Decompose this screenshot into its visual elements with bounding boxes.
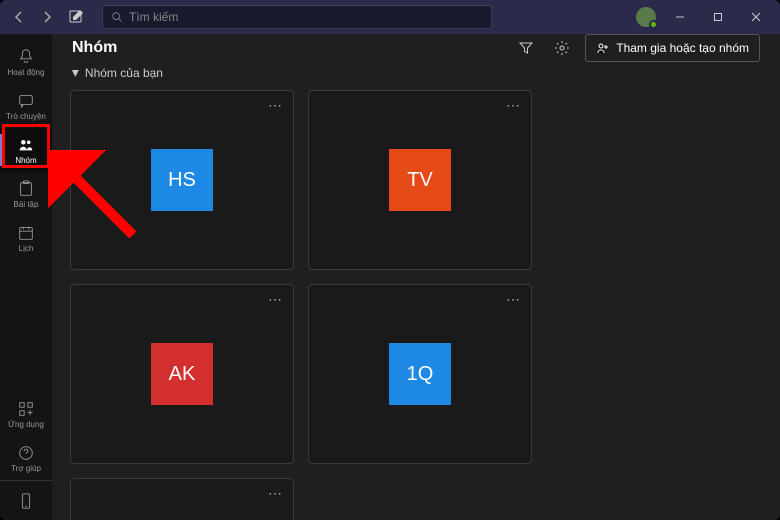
rail-label: Trò chuyện xyxy=(6,112,46,121)
teams-grid: ⋯ HS ⋯ TV ⋯ AK ⋯ 1Q ⋯Test xyxy=(52,90,780,520)
rail-assignments[interactable]: Bài tập xyxy=(0,172,52,216)
card-more-button[interactable]: ⋯ xyxy=(506,97,521,114)
maximize-button[interactable] xyxy=(702,5,734,29)
page-header: Nhóm Tham gia hoặc tạo nhóm xyxy=(52,34,780,62)
close-button[interactable] xyxy=(740,5,772,29)
join-create-team-button[interactable]: Tham gia hoặc tạo nhóm xyxy=(585,34,760,62)
team-tile: HS xyxy=(151,149,213,211)
team-card[interactable]: ⋯Test xyxy=(70,478,294,520)
apps-icon xyxy=(17,400,35,418)
user-avatar[interactable] xyxy=(634,5,658,29)
team-card[interactable]: ⋯ TV xyxy=(308,90,532,270)
help-icon xyxy=(17,444,35,462)
card-more-button[interactable]: ⋯ xyxy=(506,291,521,308)
search-input[interactable]: Tìm kiếm xyxy=(102,5,492,29)
filter-button[interactable] xyxy=(513,35,539,61)
team-tile: TV xyxy=(389,149,451,211)
team-card[interactable]: ⋯ HS xyxy=(70,90,294,270)
mobile-icon xyxy=(17,492,35,510)
search-icon xyxy=(111,11,123,23)
card-more-button[interactable]: ⋯ xyxy=(268,291,283,308)
presence-indicator xyxy=(649,20,658,29)
teams-icon xyxy=(17,136,35,154)
rail-mobile[interactable] xyxy=(0,480,52,520)
section-label: Nhóm của bạn xyxy=(85,66,163,80)
minimize-button[interactable] xyxy=(664,5,696,29)
rail-teams[interactable]: Nhóm xyxy=(0,128,52,172)
rail-calendar[interactable]: Lịch xyxy=(0,216,52,260)
chevron-down-icon: ▶ xyxy=(70,70,81,77)
rail-apps[interactable]: Ứng dụng xyxy=(0,392,52,436)
forward-button[interactable] xyxy=(36,6,58,28)
rail-label: Hoạt động xyxy=(8,68,45,77)
section-your-teams[interactable]: ▶ Nhóm của bạn xyxy=(52,62,780,90)
card-more-button[interactable]: ⋯ xyxy=(268,97,283,114)
app-rail: Hoạt động Trò chuyện Nhóm Bài tập Lịch Ứ… xyxy=(0,34,52,520)
team-tile: 1Q xyxy=(389,343,451,405)
assignments-icon xyxy=(17,180,35,198)
team-card[interactable]: ⋯ 1Q xyxy=(308,284,532,464)
people-plus-icon xyxy=(596,41,610,55)
calendar-icon xyxy=(17,224,35,242)
rail-activity[interactable]: Hoạt động xyxy=(0,40,52,84)
rail-label: Lịch xyxy=(19,244,34,253)
compose-button[interactable] xyxy=(64,5,88,29)
search-placeholder: Tìm kiếm xyxy=(129,10,178,24)
rail-chat[interactable]: Trò chuyện xyxy=(0,84,52,128)
page-title: Nhóm xyxy=(72,39,117,57)
card-more-button[interactable]: ⋯ xyxy=(268,485,283,502)
filter-icon xyxy=(518,40,534,56)
settings-button[interactable] xyxy=(549,35,575,61)
rail-label: Trợ giúp xyxy=(11,464,41,473)
rail-label: Nhóm xyxy=(15,156,36,165)
main-content: Nhóm Tham gia hoặc tạo nhóm ▶ Nhóm của b… xyxy=(52,34,780,520)
team-tile: AK xyxy=(151,343,213,405)
rail-label: Ứng dụng xyxy=(8,420,44,429)
back-button[interactable] xyxy=(8,6,30,28)
rail-label: Bài tập xyxy=(14,200,39,209)
titlebar: Tìm kiếm xyxy=(0,0,780,34)
chat-icon xyxy=(17,92,35,110)
bell-icon xyxy=(17,48,35,66)
rail-help[interactable]: Trợ giúp xyxy=(0,436,52,480)
join-create-label: Tham gia hoặc tạo nhóm xyxy=(616,41,749,55)
team-card[interactable]: ⋯ AK xyxy=(70,284,294,464)
gear-icon xyxy=(554,40,570,56)
